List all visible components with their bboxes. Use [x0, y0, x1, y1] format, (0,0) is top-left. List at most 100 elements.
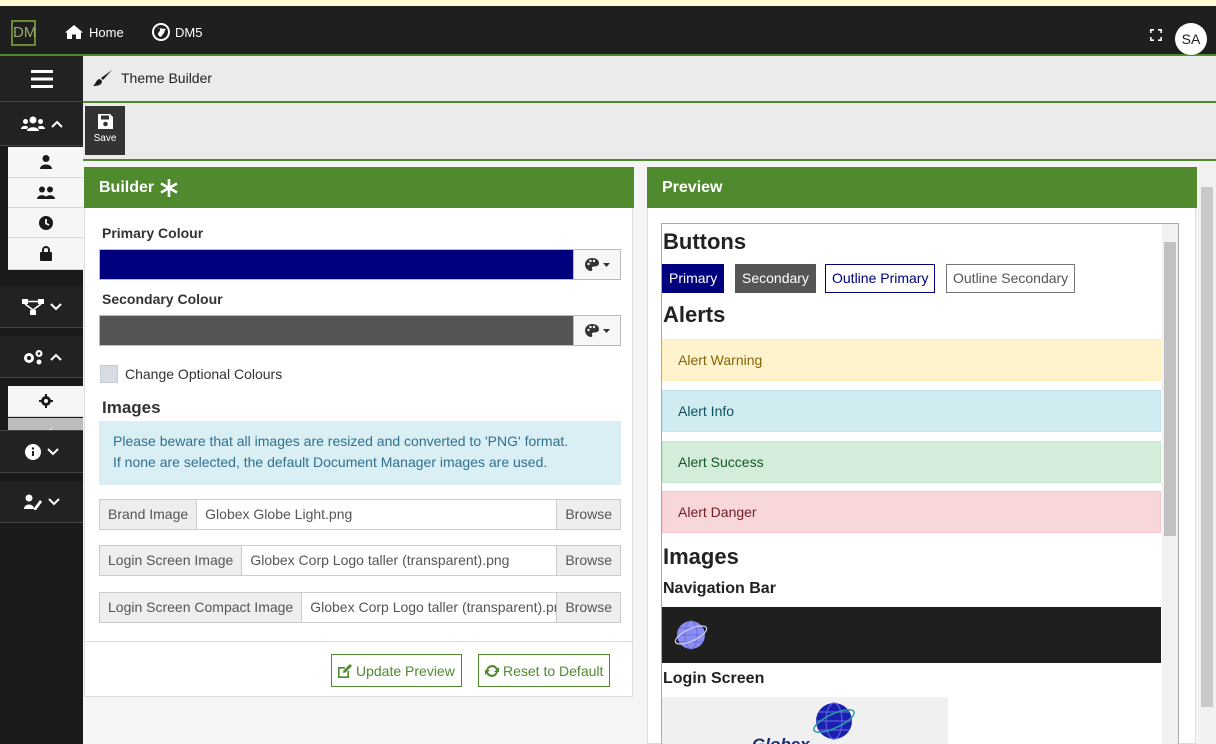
secondary-colour-picker-button[interactable] — [573, 315, 621, 346]
user-avatar[interactable]: SA — [1175, 23, 1207, 55]
alert-danger: Alert Danger — [662, 491, 1161, 533]
images-info-note: Please beware that all images are resize… — [99, 421, 621, 485]
brand-image-browse-button[interactable]: Browse — [556, 500, 620, 529]
chevron-down-icon — [49, 302, 62, 310]
login-logo-text: Globex — [752, 735, 810, 744]
globe-logo-icon — [813, 702, 855, 740]
users-group-icon — [20, 116, 45, 131]
optional-colours-checkbox[interactable] — [100, 365, 118, 383]
sidebar — [0, 56, 83, 744]
palette-icon — [584, 324, 599, 337]
login-image-field: Login Screen Image Globex Corp Logo tall… — [99, 545, 621, 576]
asterisk-icon — [160, 178, 178, 197]
refresh-icon — [485, 664, 499, 677]
builder-footer-divider — [85, 641, 634, 642]
builder-panel: Builder Primary Colour Secondary Colour … — [84, 167, 634, 697]
brand-image-value[interactable]: Globex Globe Light.png — [197, 500, 557, 529]
builder-title: Builder — [99, 178, 155, 196]
save-label: Save — [93, 133, 117, 144]
menu-toggle-button[interactable] — [0, 56, 83, 102]
preview-primary-button[interactable]: Primary — [662, 264, 725, 293]
site-label: DM5 — [175, 24, 203, 40]
update-preview-label: Update Preview — [356, 662, 455, 679]
preview-secondary-button[interactable]: Secondary — [735, 264, 816, 293]
floppy-disk-icon — [97, 114, 113, 129]
save-button[interactable]: Save — [85, 106, 125, 155]
preview-scrollbar[interactable] — [1162, 224, 1178, 744]
login-compact-image-caption: Login Screen Compact Image — [100, 593, 303, 622]
sidebar-group-workflow[interactable] — [0, 286, 83, 328]
alert-success: Alert Success — [662, 441, 1161, 483]
update-preview-button[interactable]: Update Preview — [331, 654, 462, 687]
reset-default-button[interactable]: Reset to Default — [478, 654, 611, 687]
top-navbar: DM Home DM5 SA — [0, 0, 1216, 56]
caret-down-icon — [602, 262, 610, 267]
cogs-icon — [23, 349, 42, 364]
login-screen-preview: Globex — [662, 697, 948, 744]
users-icon — [36, 186, 55, 199]
page-scrollbar-thumb[interactable] — [1201, 187, 1213, 707]
login-compact-image-browse-button[interactable]: Browse — [556, 593, 620, 622]
user-icon — [39, 155, 52, 169]
sidebar-item-settings[interactable] — [8, 386, 83, 417]
chevron-up-icon — [50, 120, 63, 128]
app-logo[interactable]: DM — [11, 20, 36, 46]
reset-default-label: Reset to Default — [503, 662, 604, 679]
page-scrollbar[interactable] — [1199, 161, 1216, 744]
preview-frame: Buttons Primary Secondary Outline Primar… — [661, 223, 1179, 744]
navigation-bar-label: Navigation Bar — [663, 580, 776, 597]
home-link[interactable]: Home — [64, 20, 124, 44]
login-image-value[interactable]: Globex Corp Logo taller (transparent).pn… — [242, 546, 557, 575]
caret-down-icon — [602, 328, 610, 333]
chevron-up-icon — [49, 353, 62, 361]
preview-panel: Preview Buttons Primary Secondary Outlin… — [647, 167, 1197, 744]
globe-logo-icon — [674, 620, 708, 650]
sidebar-item-user[interactable] — [8, 147, 83, 178]
globe-icon — [152, 23, 170, 41]
navigation-bar-preview — [662, 607, 1161, 663]
chevron-down-icon — [47, 497, 60, 505]
info-icon — [24, 443, 41, 460]
preview-images-heading: Images — [663, 544, 739, 569]
login-screen-label: Login Screen — [663, 670, 765, 687]
preview-alerts-heading: Alerts — [663, 302, 726, 327]
paint-brush-icon — [93, 70, 112, 86]
preview-scrollbar-thumb[interactable] — [1164, 242, 1176, 536]
workflow-icon — [21, 298, 44, 315]
sidebar-item-security[interactable] — [8, 238, 83, 270]
sidebar-item-history[interactable] — [8, 208, 83, 238]
preview-outline-primary-button[interactable]: Outline Primary — [825, 264, 936, 293]
sidebar-item-groups[interactable] — [8, 178, 83, 208]
sidebar-group-admin[interactable] — [0, 481, 83, 523]
preview-outline-secondary-button[interactable]: Outline Secondary — [946, 264, 1076, 293]
sidebar-group-info[interactable] — [0, 431, 83, 473]
login-image-browse-button[interactable]: Browse — [556, 546, 620, 575]
secondary-colour-label: Secondary Colour — [102, 291, 223, 307]
note-line-1: Please beware that all images are resize… — [113, 433, 569, 449]
sidebar-group-settings[interactable] — [0, 336, 83, 378]
home-label: Home — [89, 24, 124, 40]
site-link[interactable]: DM5 — [152, 20, 202, 44]
breadcrumb-bar: Theme Builder — [83, 56, 1216, 103]
user-edit-icon — [23, 494, 42, 510]
preview-title: Preview — [662, 178, 723, 196]
primary-colour-label: Primary Colour — [102, 225, 204, 241]
preview-header: Preview — [647, 167, 1197, 208]
login-compact-image-field: Login Screen Compact Image Globex Corp L… — [99, 592, 621, 623]
page-title: Theme Builder — [121, 70, 213, 86]
secondary-colour-swatch[interactable] — [99, 315, 574, 346]
breadcrumb: Theme Builder — [93, 69, 212, 87]
brand-image-caption: Brand Image — [100, 500, 198, 529]
optional-colours-label: Change Optional Colours — [125, 366, 283, 382]
alert-info: Alert Info — [662, 390, 1161, 432]
login-compact-image-value[interactable]: Globex Corp Logo taller (transparent).pn… — [302, 593, 557, 622]
primary-colour-swatch[interactable] — [99, 249, 574, 280]
lock-icon — [39, 246, 52, 261]
images-heading: Images — [102, 398, 161, 417]
fullscreen-icon[interactable] — [1150, 29, 1162, 41]
chevron-down-icon — [46, 447, 59, 455]
sidebar-group-users[interactable] — [0, 102, 83, 146]
palette-icon — [584, 258, 599, 271]
primary-colour-picker-button[interactable] — [573, 249, 621, 280]
builder-header: Builder — [84, 167, 634, 208]
